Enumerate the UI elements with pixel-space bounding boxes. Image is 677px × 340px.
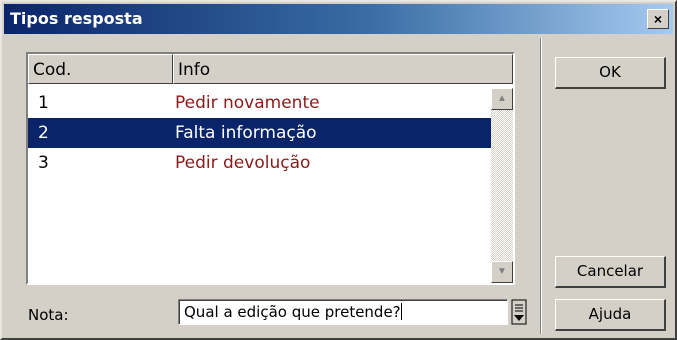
nota-input[interactable]: Qual a edição que pretende? — [178, 299, 508, 325]
title-bar[interactable]: Tipos resposta × — [4, 4, 673, 34]
nota-value: Qual a edição que pretende? — [184, 303, 401, 321]
scroll-down-button[interactable]: ▼ — [491, 261, 513, 283]
text-caret — [400, 303, 402, 320]
nota-label: Nota: — [28, 306, 69, 324]
row-cod: 2 — [38, 123, 49, 143]
list-row[interactable]: 3 Pedir devolução — [28, 148, 491, 178]
close-button[interactable]: × — [647, 9, 669, 29]
list-header: Cod. Info — [28, 54, 513, 84]
window-title: Tipos resposta — [10, 9, 143, 28]
close-icon: × — [653, 11, 663, 27]
dialog-window: Tipos resposta × Cod. Info 1 Pedir novam… — [0, 0, 677, 340]
ok-button[interactable]: OK — [555, 57, 666, 89]
column-header-cod[interactable]: Cod. — [28, 54, 173, 84]
row-info: Falta informação — [175, 123, 317, 143]
column-header-info[interactable]: Info — [173, 54, 513, 84]
help-button[interactable]: Ajuda — [555, 299, 666, 331]
cancel-button[interactable]: Cancelar — [555, 256, 666, 288]
row-info: Pedir devolução — [175, 153, 311, 173]
list-rows: 1 Pedir novamente 2 Falta informação 3 P… — [28, 88, 491, 178]
list-dropdown-icon — [511, 299, 527, 325]
row-cod: 3 — [38, 153, 49, 173]
scroll-up-button[interactable]: ▲ — [491, 88, 513, 110]
arrow-down-icon: ▼ — [497, 266, 507, 277]
vertical-divider — [540, 38, 542, 334]
list-row-selected[interactable]: 2 Falta informação — [28, 118, 491, 148]
response-types-list[interactable]: Cod. Info 1 Pedir novamente 2 Falta info… — [26, 52, 515, 285]
row-cod: 1 — [38, 93, 49, 113]
vertical-scrollbar[interactable]: ▲ ▼ — [491, 88, 513, 283]
list-row[interactable]: 1 Pedir novamente — [28, 88, 491, 118]
nota-dropdown-button[interactable] — [510, 298, 528, 326]
arrow-up-icon: ▲ — [497, 93, 507, 104]
row-info: Pedir novamente — [175, 93, 320, 113]
